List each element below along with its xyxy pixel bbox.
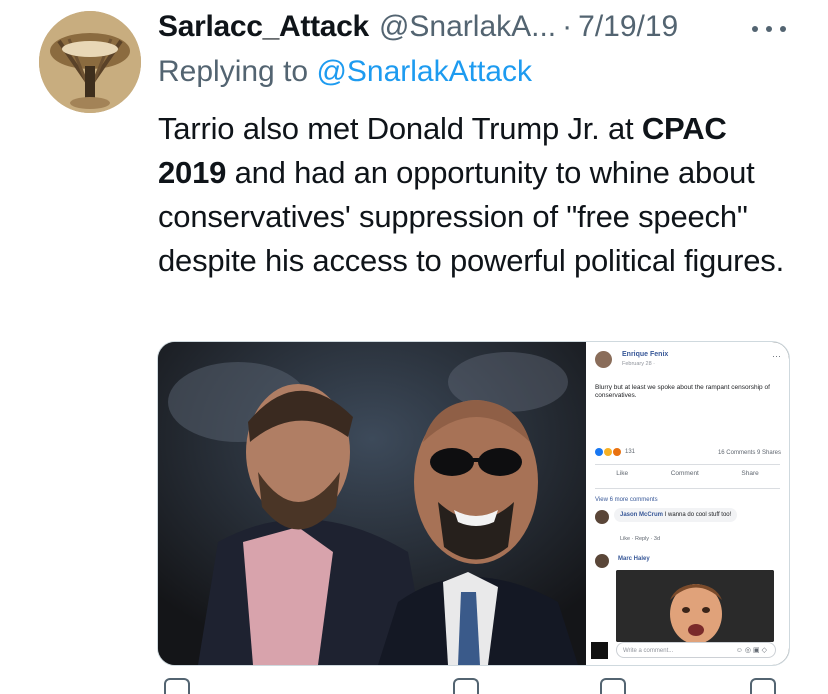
fb-author-name: Enrique Fenix [622,351,669,358]
tweet-text-part1: Tarrio also met Donald Trump Jr. at [158,111,642,146]
tweet-date[interactable]: 7/19/19 [578,10,678,44]
fb-commenter-avatar [595,510,609,524]
fb-share-action: Share [741,470,759,477]
divider [595,488,780,489]
fb-comment-1: Jason McCrum I wanna do cool stuff too! [614,508,738,522]
replying-to: Replying to @SnarlakAttack [158,55,532,89]
separator: · [562,10,573,43]
action-bar-partial [160,678,800,694]
fb-reaction-count: 131 [625,449,636,455]
fb-comment-action: Comment [670,470,699,477]
fb-comment-2: Marc Haley [614,554,654,564]
fb-counts: 16 Comments 9 Shares [717,450,781,456]
reply-icon[interactable] [164,678,190,694]
fb-write-placeholder: Write a comment... [623,648,674,654]
display-name[interactable]: Sarlacc_Attack [158,10,369,44]
fb-comment-gif [616,570,774,642]
tweet-header: Sarlacc_Attack @SnarlakA... · 7/19/19 [158,8,768,46]
event-photo [158,342,586,665]
fb-author-avatar [595,351,612,368]
fb-comment-1-text: I wanna do cool stuff too! [663,512,732,518]
fb-reactions: 131 [595,448,635,456]
wow-reaction-icon [613,448,621,456]
fb-more-icon: ··· [772,351,781,361]
reply-prefix: Replying to [158,55,317,88]
fb-comment-2-author: Marc Haley [618,556,650,562]
like-reaction-icon [595,448,603,456]
tweet-media[interactable]: Enrique Fenix February 28 · ··· Blurry b… [157,341,790,666]
tweet-text: Tarrio also met Donald Trump Jr. at CPAC… [158,107,798,283]
user-handle[interactable]: @SnarlakA... [379,10,556,44]
fb-like-action: Like [616,470,629,477]
haha-reaction-icon [604,448,612,456]
retweet-icon[interactable] [453,678,479,694]
fb-comment-1-meta: Like · Reply · 3d [620,536,661,542]
reply-to-link[interactable]: @SnarlakAttack [316,55,532,88]
divider [595,464,780,465]
fb-view-more: View 6 more comments [595,497,658,503]
facebook-post-screenshot: Enrique Fenix February 28 · ··· Blurry b… [586,342,789,665]
fb-post-date: February 28 · [622,361,656,367]
fb-commenter-avatar [595,554,609,568]
more-icon[interactable] [752,26,786,36]
fb-post-text: Blurry but at least we spoke about the r… [595,384,770,399]
fb-actions: Like Comment Share [595,470,780,484]
fb-current-user-avatar [591,642,608,659]
fb-write-comment: Write a comment... ☺◎▣◇ [616,642,776,658]
tweet-text-part2: and had an opportunity to whine about co… [158,155,785,278]
like-icon[interactable] [600,678,626,694]
share-icon[interactable] [750,678,776,694]
fb-comment-tool-icons: ☺◎▣◇ [735,647,769,654]
user-avatar[interactable] [39,11,141,113]
fb-comment-1-author: Jason McCrum [620,512,664,518]
